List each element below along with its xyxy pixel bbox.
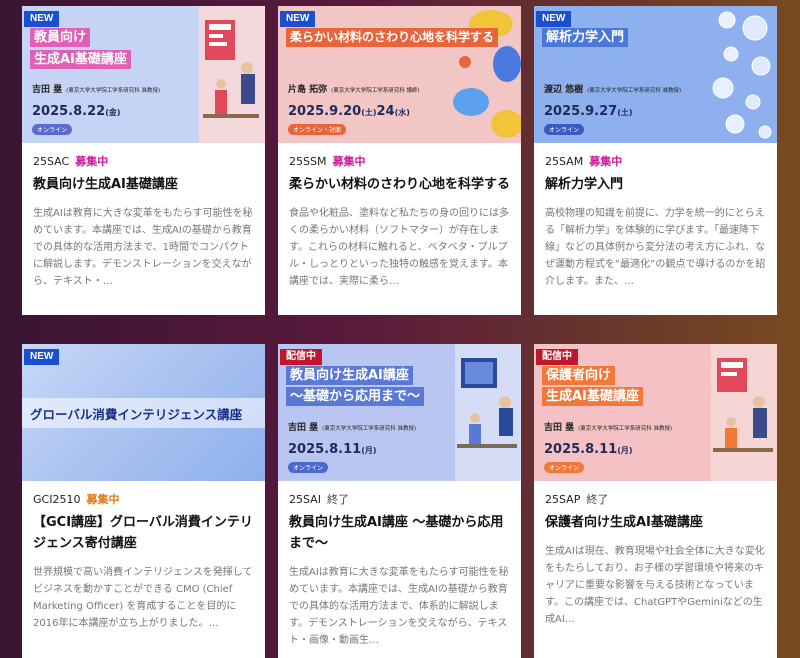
status-badge: 募集中 <box>332 155 366 168</box>
thumb-title-line: 柔らかい材料のさわり心地を科学する <box>286 28 499 47</box>
thumb-title-line: 保護者向け <box>542 366 616 385</box>
course-title[interactable]: 解析力学入門 <box>545 174 766 195</box>
card-meta: 25SAI 終了 <box>289 492 510 508</box>
family-illustration <box>711 344 777 481</box>
teacher-illustration <box>199 6 265 143</box>
thumb-lecturer: 吉田 塁 (東京大学大学院工学系研究科 准教授) <box>544 423 673 433</box>
status-badge: 終了 <box>586 493 609 506</box>
course-description: 生成AIは教育に大きな変革をもたらす可能性を秘めています。本講座では、生成AIの… <box>289 567 509 646</box>
card-meta: 25SAC 募集中 <box>33 154 254 170</box>
blob-illustration <box>453 10 521 138</box>
course-code: 25SAM <box>545 155 584 168</box>
course-title[interactable]: 保護者向け生成AI基礎講座 <box>545 512 766 533</box>
course-thumbnail[interactable]: NEW 柔らかい材料のさわり心地を科学する 片島 拓弥 (東京大学大学院工学系研究… <box>278 6 521 143</box>
card-body: 25SAP 終了 保護者向け生成AI基礎講座 生成AIは現在、教育現場や社会全体に… <box>534 481 777 628</box>
course-code: 25SAI <box>289 493 321 506</box>
course-card-25SAM[interactable]: NEW 解析力学入門 渡辺 悠樹 (東京大学大学院工学系研究科 准教授) 2025… <box>534 6 777 315</box>
course-card-25SAI[interactable]: 配信中 教員向け生成AI講座 ～基礎から応用まで～ 吉田 塁 (東京大学大学院工学… <box>278 344 521 658</box>
card-meta: 25SSM 募集中 <box>289 154 510 170</box>
course-code: GCI2510 <box>33 493 81 506</box>
thumb-title-line: 解析力学入門 <box>542 28 629 47</box>
course-description: 食品や化粧品、塗料など私たちの身の回りには多くの柔らかい材料（ソフトマター）が存… <box>289 208 509 287</box>
thumb-date: 2025.9.20(土)24(水) <box>288 104 410 119</box>
course-card-GCI2510[interactable]: NEW グローバル消費インテリジェンス講座 GCI2510 募集中 【GCI講座】… <box>22 344 265 658</box>
thumb-mode-pill: オンライン・対面 <box>288 124 347 135</box>
status-badge: 募集中 <box>75 155 109 168</box>
course-description: 生成AIは教育に大きな変革をもたらす可能性を秘めています。本講座では、生成AIの… <box>33 208 253 287</box>
course-description: 世界規模で高い消費インテリジェンスを発揮してビジネスを動かすことができる CMO… <box>33 567 253 629</box>
status-badge: 募集中 <box>589 155 623 168</box>
course-title[interactable]: 教員向け生成AI講座 ～基礎から応用まで～ <box>289 512 510 554</box>
thumb-title-line: 教員向け <box>30 28 91 47</box>
thumb-lecturer: 吉田 塁 (東京大学大学院工学系研究科 准教授) <box>288 423 417 433</box>
card-body: 25SAM 募集中 解析力学入門 高校物理の知識を前提に、力学を統一的にとらえる「… <box>534 143 777 290</box>
new-badge: NEW <box>280 11 316 27</box>
course-title[interactable]: 【GCI講座】グローバル消費インテリジェンス寄付講座 <box>33 512 254 554</box>
classroom-illustration <box>455 344 521 481</box>
card-body: 25SSM 募集中 柔らかい材料のさわり心地を科学する 食品や化粧品、塗料など私た… <box>278 143 521 290</box>
course-thumbnail[interactable]: NEW 解析力学入門 渡辺 悠樹 (東京大学大学院工学系研究科 准教授) 2025… <box>534 6 777 143</box>
new-badge: NEW <box>24 349 60 365</box>
thumb-mode-pill: オンライン <box>544 462 585 473</box>
thumb-mode-pill: オンライン <box>32 124 73 135</box>
course-description: 高校物理の知識を前提に、力学を統一的にとらえる「解析力学」を体験的に学びます。「… <box>545 208 766 287</box>
course-thumbnail[interactable]: 配信中 教員向け生成AI講座 ～基礎から応用まで～ 吉田 塁 (東京大学大学院工学… <box>278 344 521 481</box>
card-body: 25SAC 募集中 教員向け生成AI基礎講座 生成AIは教育に大きな変革をもたらす… <box>22 143 265 290</box>
live-badge: 配信中 <box>536 349 578 365</box>
course-code: 25SAC <box>33 155 70 168</box>
new-badge: NEW <box>24 11 60 27</box>
thumb-title-line: グローバル消費インテリジェンス講座 <box>30 407 243 422</box>
card-meta: 25SAP 終了 <box>545 492 766 508</box>
status-badge: 募集中 <box>86 493 120 506</box>
course-card-25SAP[interactable]: 配信中 保護者向け 生成AI基礎講座 吉田 塁 (東京大学大学院工学系研究科 准教… <box>534 344 777 658</box>
status-badge: 終了 <box>326 493 349 506</box>
card-body: GCI2510 募集中 【GCI講座】グローバル消費インテリジェンス寄付講座 世界… <box>22 481 265 632</box>
thumb-lecturer: 吉田 塁 (東京大学大学院工学系研究科 准教授) <box>32 85 161 95</box>
course-code: 25SSM <box>289 155 327 168</box>
thumb-title-line: 生成AI基礎講座 <box>542 387 643 406</box>
thumb-date: 2025.8.11(月) <box>544 442 633 457</box>
course-thumbnail[interactable]: NEW 教員向け 生成AI基礎講座 吉田 塁 (東京大学大学院工学系研究科 准教授… <box>22 6 265 143</box>
thumb-lecturer: 片島 拓弥 (東京大学大学院工学系研究科 講師) <box>288 85 420 95</box>
thumb-date: 2025.8.22(金) <box>32 104 121 119</box>
live-badge: 配信中 <box>280 349 322 365</box>
course-card-25SAC[interactable]: NEW 教員向け 生成AI基礎講座 吉田 塁 (東京大学大学院工学系研究科 准教授… <box>22 6 265 315</box>
bubbles-illustration <box>712 11 772 139</box>
thumb-date: 2025.8.11(月) <box>288 442 377 457</box>
new-badge: NEW <box>536 11 572 27</box>
course-description: 生成AIは現在、教育現場や社会全体に大きな変化をもたらしており、お子様の学習環境… <box>545 546 765 625</box>
course-title[interactable]: 柔らかい材料のさわり心地を科学する <box>289 174 510 195</box>
thumb-lecturer: 渡辺 悠樹 (東京大学大学院工学系研究科 准教授) <box>544 85 682 95</box>
thumb-title-line: ～基礎から応用まで～ <box>286 387 425 406</box>
thumb-date: 2025.9.27(土) <box>544 104 633 119</box>
thumb-mode-pill: オンライン <box>544 124 585 135</box>
card-meta: 25SAM 募集中 <box>545 154 766 170</box>
course-thumbnail[interactable]: NEW グローバル消費インテリジェンス講座 <box>22 344 265 481</box>
thumb-title-line: 教員向け生成AI講座 <box>286 366 413 385</box>
thumb-mode-pill: オンライン <box>288 462 329 473</box>
course-card-25SSM[interactable]: NEW 柔らかい材料のさわり心地を科学する 片島 拓弥 (東京大学大学院工学系研究… <box>278 6 521 315</box>
course-code: 25SAP <box>545 493 581 506</box>
thumb-title-line: 生成AI基礎講座 <box>30 50 131 69</box>
course-title[interactable]: 教員向け生成AI基礎講座 <box>33 174 254 195</box>
card-meta: GCI2510 募集中 <box>33 492 254 508</box>
card-body: 25SAI 終了 教員向け生成AI講座 ～基礎から応用まで～ 生成AIは教育に大き… <box>278 481 521 649</box>
course-thumbnail[interactable]: 配信中 保護者向け 生成AI基礎講座 吉田 塁 (東京大学大学院工学系研究科 准教… <box>534 344 777 481</box>
